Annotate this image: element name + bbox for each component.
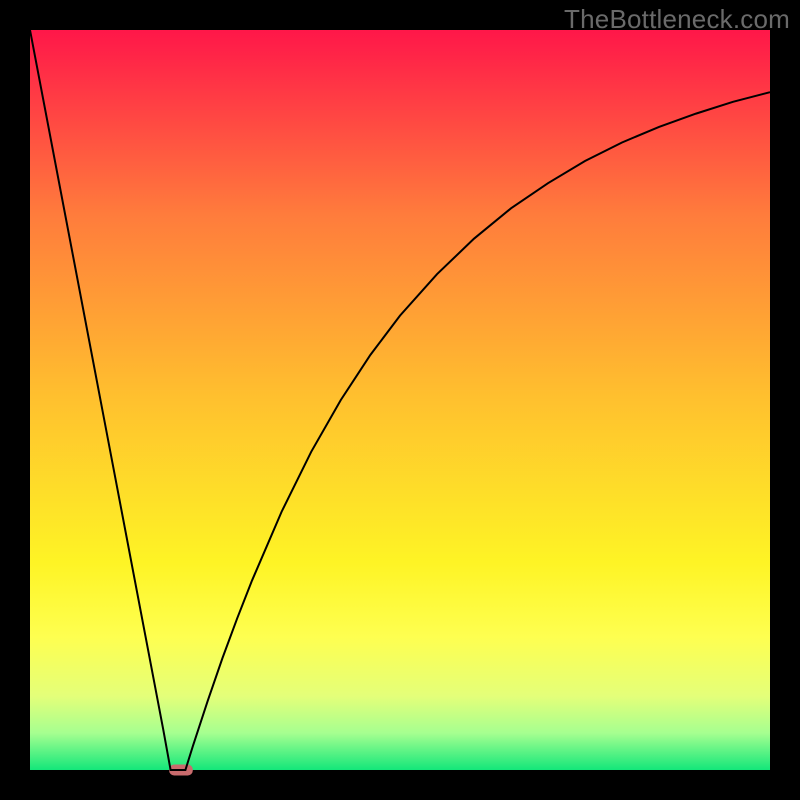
watermark-text: TheBottleneck.com [564,4,790,35]
plot-background [30,30,770,770]
chart-stage: TheBottleneck.com [0,0,800,800]
bottleneck-chart [0,0,800,800]
